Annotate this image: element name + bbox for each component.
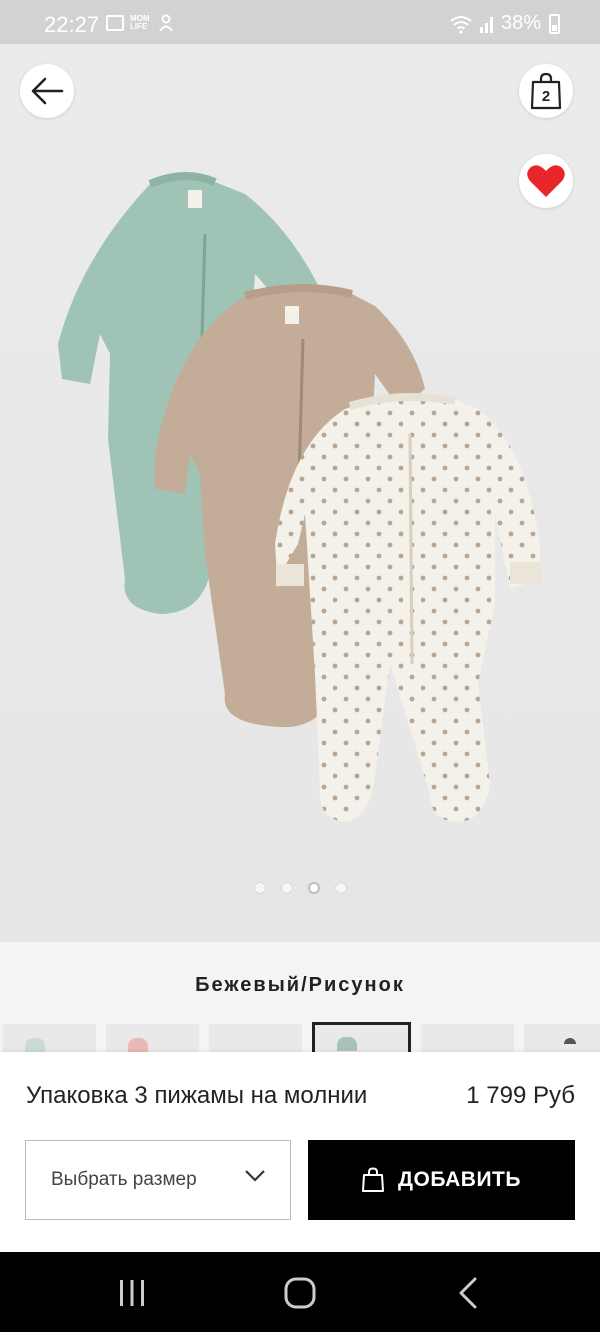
back-nav-icon [459, 1277, 477, 1309]
purchase-panel: Упаковка 3 пижамы на молнии 1 799 Руб Вы… [0, 1052, 600, 1252]
pager-dot-3[interactable] [307, 882, 320, 894]
gallery-icon [106, 15, 124, 31]
screen: 22:27 MOM LIFE 38% 2 Бежевый/Рисунок Упа… [0, 0, 600, 1332]
back-button[interactable] [20, 64, 74, 118]
color-name: Бежевый/Рисунок [195, 974, 405, 996]
pager-dot-4[interactable] [334, 882, 347, 894]
pager-dot-2[interactable] [280, 882, 293, 894]
product-name: Упаковка 3 пижамы на молнии [26, 1082, 368, 1109]
back-nav-button[interactable] [448, 1276, 488, 1310]
color-section: Бежевый/Рисунок [0, 942, 600, 1064]
add-button-label: ДОБАВИТЬ [398, 1168, 521, 1191]
status-bar: 22:27 MOM LIFE 38% [0, 0, 600, 44]
recent-apps-button[interactable] [112, 1276, 152, 1310]
status-system-icons: 38% [449, 12, 560, 35]
dotted-pajama [275, 393, 542, 822]
battery-icon [549, 13, 560, 34]
arrow-left-icon [31, 77, 64, 105]
product-photo [58, 171, 542, 822]
home-icon [284, 1277, 316, 1309]
cart-button[interactable]: 2 [519, 64, 573, 118]
mom-life-icon: MOM LIFE [130, 14, 150, 31]
recent-apps-icon [120, 1280, 144, 1306]
status-notification-icons: MOM LIFE [106, 14, 174, 32]
wifi-icon [450, 15, 472, 34]
color-swatch-selected[interactable] [312, 1022, 411, 1054]
system-nav-bar [0, 1252, 600, 1332]
heart-icon [527, 165, 565, 197]
add-to-cart-button[interactable]: ДОБАВИТЬ [308, 1140, 575, 1220]
cart-count: 2 [541, 87, 551, 105]
baby-icon [159, 14, 173, 32]
image-pager [0, 882, 600, 894]
product-image[interactable]: 2 [0, 44, 600, 942]
pager-dot-1[interactable] [253, 882, 266, 894]
product-price: 1 799 Руб [466, 1082, 575, 1109]
home-button[interactable] [280, 1276, 320, 1310]
favorite-button[interactable] [519, 154, 573, 208]
status-time: 22:27 [44, 12, 100, 37]
battery-percent: 38% [500, 12, 541, 34]
size-select-label: Выбрать размер [51, 1169, 197, 1190]
chevron-down-icon [245, 1170, 265, 1182]
shopping-bag-icon [362, 1167, 385, 1192]
signal-icon [479, 16, 493, 33]
size-select[interactable]: Выбрать размер [25, 1140, 291, 1220]
